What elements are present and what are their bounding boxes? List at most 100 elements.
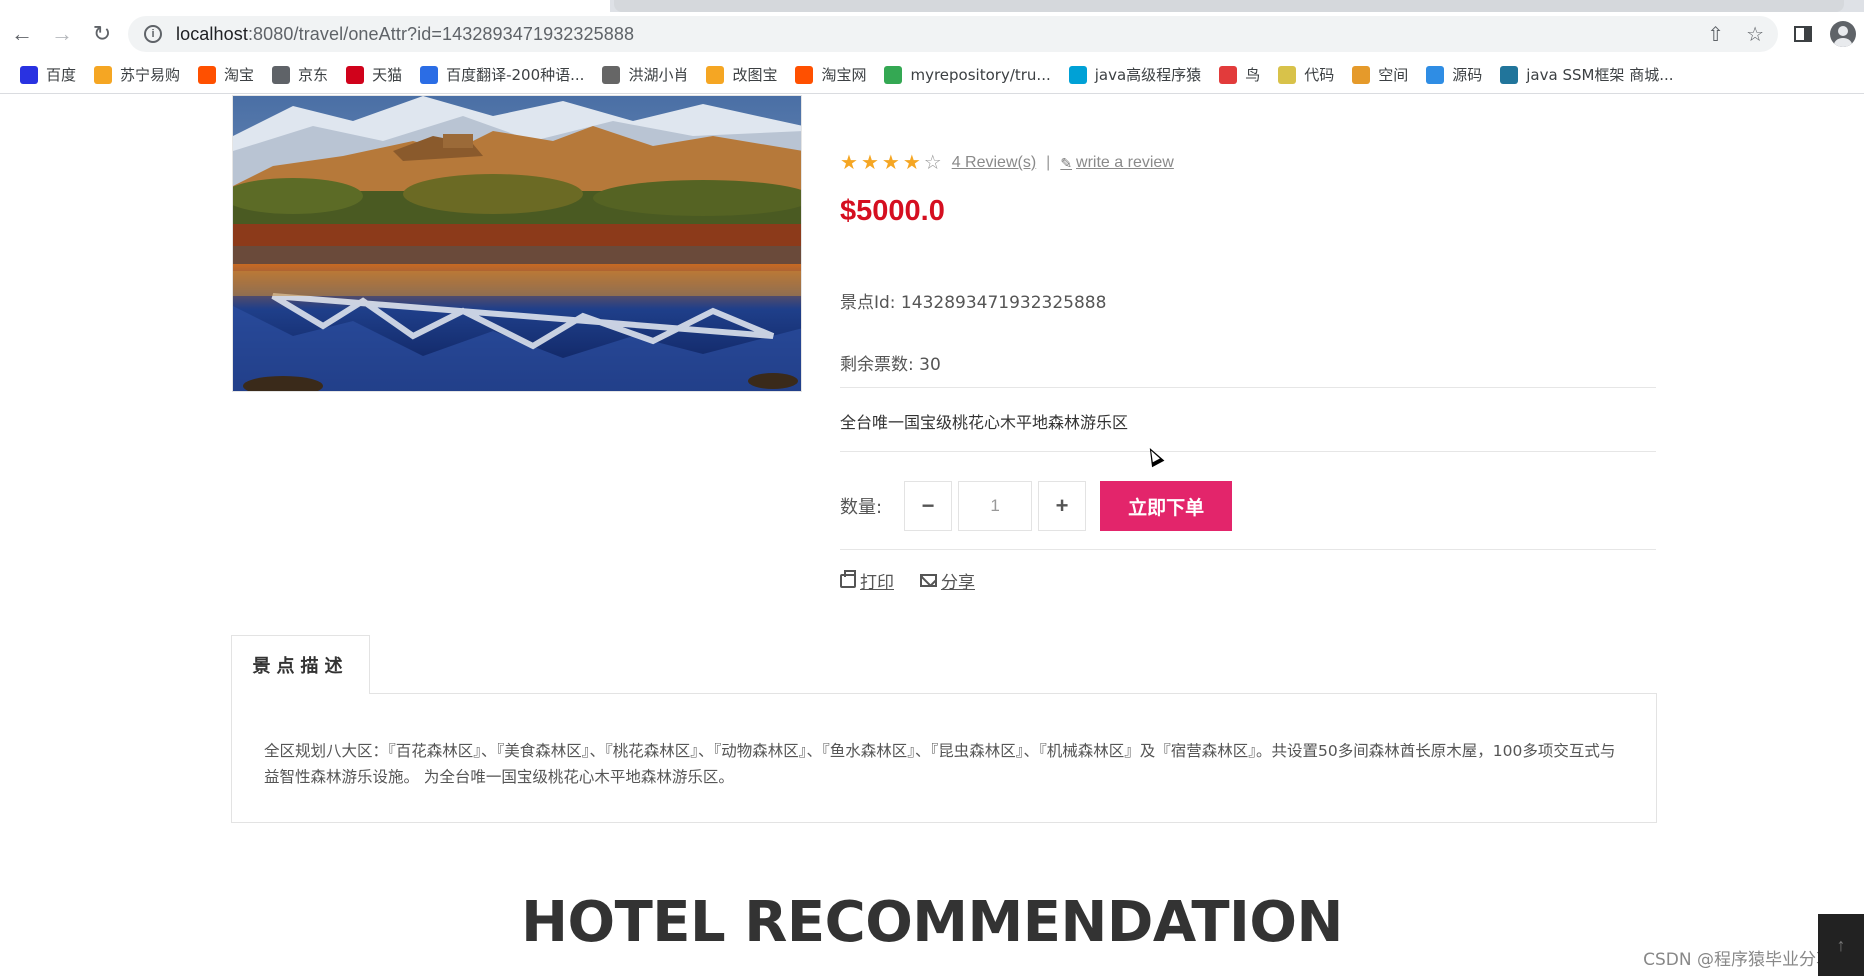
bookmark-star-icon[interactable]: ☆ <box>1746 22 1764 47</box>
tab-bar-background <box>614 0 1844 12</box>
quantity-input[interactable]: 1 <box>958 481 1033 531</box>
tab-strip <box>0 0 1864 12</box>
bookmark-label: 淘宝网 <box>821 66 867 84</box>
bookmark-item[interactable]: 淘宝网 <box>787 61 874 89</box>
globe-icon <box>272 65 291 84</box>
page-content: ★ ★ ★ ★ ☆ 4 Review(s) | ✎ write a review $500… <box>0 95 1864 976</box>
share-page-icon[interactable]: ⇧ <box>1707 22 1724 47</box>
bookmark-item[interactable]: 洪湖小肖 <box>594 61 696 89</box>
bookmark-item[interactable]: myrepository/tru... <box>876 61 1058 89</box>
action-links: 打印 分享 <box>840 568 975 593</box>
star-filled-icon: ★ <box>840 152 858 174</box>
star-empty-icon: ☆ <box>923 152 942 174</box>
url-path: :8080/travel/oneAttr?id=1432893471932325… <box>247 23 635 44</box>
browser-toolbar: ← → ↻ i localhost:8080/travel/oneAttr?id… <box>0 12 1864 56</box>
bookmark-label: 天猫 <box>372 66 403 84</box>
bookmark-label: java高级程序猿 <box>1094 66 1202 84</box>
chrome-icon <box>884 65 903 84</box>
share-link[interactable]: 分享 <box>920 568 975 593</box>
bookmark-label: 鸟 <box>1245 66 1261 84</box>
rating-stars: ★ ★ ★ ★ ☆ <box>840 153 942 173</box>
bookmark-item[interactable]: 代码 <box>1270 61 1342 89</box>
star-filled-icon: ★ <box>902 152 921 174</box>
product-image <box>232 95 802 392</box>
bookmark-item[interactable]: 淘宝 <box>190 61 262 89</box>
bookmark-item[interactable]: 京东 <box>264 61 336 89</box>
product-price: $5000.0 <box>840 195 945 227</box>
bookmark-label: myrepository/tru... <box>910 65 1051 84</box>
star-filled-icon: ★ <box>881 152 900 174</box>
forward-icon[interactable]: → <box>42 14 82 54</box>
bookmark-label: 百度 <box>46 66 77 84</box>
write-review-label: write a review <box>1076 154 1174 171</box>
reload-icon[interactable]: ↻ <box>82 14 122 54</box>
bookmark-label: 空间 <box>1378 66 1409 84</box>
back-icon[interactable]: ← <box>2 14 42 54</box>
url-host: localhost <box>176 23 248 44</box>
side-panel-icon[interactable] <box>1794 26 1812 42</box>
bookmark-label: 淘宝 <box>224 66 255 84</box>
bookmark-label: 苏宁易购 <box>120 66 181 84</box>
bird-icon <box>1219 65 1238 84</box>
bookmark-item[interactable]: 源码 <box>1418 61 1490 89</box>
divider <box>840 549 1656 550</box>
description-panel: 全区规划八大区：『百花森林区』、『美食森林区』、『桃花森林区』、『动物森林区』、… <box>231 693 1657 823</box>
code-icon <box>1278 65 1297 84</box>
quantity-label: 数量: <box>840 497 883 518</box>
bookmark-item[interactable]: java SSM框架 商城... <box>1492 61 1681 89</box>
taobao-icon <box>198 65 217 84</box>
baidu-icon <box>20 65 38 84</box>
print-link[interactable]: 打印 <box>840 568 894 593</box>
bookmark-item[interactable]: 鸟 <box>1211 61 1268 89</box>
url-text[interactable]: localhost:8080/travel/oneAttr?id=1432893… <box>176 24 634 45</box>
bookmark-item[interactable]: 苏宁易购 <box>86 61 188 89</box>
translate-icon <box>420 65 439 84</box>
bookmark-label: 百度翻译-200种语... <box>446 66 585 84</box>
order-now-button[interactable]: 立即下单 <box>1100 481 1233 531</box>
quantity-plus-button[interactable]: + <box>1038 481 1087 531</box>
space-icon <box>1352 65 1371 84</box>
tmall-icon <box>346 65 365 84</box>
wordpress-icon <box>1500 65 1519 84</box>
divider <box>840 387 1656 388</box>
divider <box>840 451 1656 452</box>
bookmark-label: 代码 <box>1304 66 1335 84</box>
bookmark-item[interactable]: 改图宝 <box>698 61 785 89</box>
gaitubao-icon <box>706 65 725 84</box>
bookmark-item[interactable]: 百度翻译-200种语... <box>412 61 592 89</box>
profile-avatar-icon[interactable] <box>1830 21 1856 47</box>
star-filled-icon: ★ <box>860 152 879 174</box>
spot-id: 景点Id: 1432893471932325888 <box>840 293 1107 313</box>
rating-separator: | <box>1046 154 1051 171</box>
site-info-icon[interactable]: i <box>144 25 162 43</box>
write-review-link[interactable]: ✎ write a review <box>1060 154 1174 172</box>
reviews-link[interactable]: 4 Review(s) <box>952 154 1036 172</box>
tab-description[interactable]: 景点描述 <box>231 635 370 694</box>
active-tab[interactable] <box>0 0 610 12</box>
arrow-up-icon: ↑ <box>1836 934 1846 955</box>
bookmark-label: 洪湖小肖 <box>628 66 689 84</box>
bookmark-label: 京东 <box>298 66 329 84</box>
pencil-icon: ✎ <box>1060 154 1073 171</box>
print-label: 打印 <box>860 573 894 593</box>
bookmark-label: 源码 <box>1452 66 1483 84</box>
bookmark-item[interactable]: 空间 <box>1344 61 1416 89</box>
source-icon <box>1426 65 1445 84</box>
bookmark-label: 改图宝 <box>732 66 778 84</box>
back-to-top-button[interactable]: ↑ <box>1818 914 1864 976</box>
bookmark-label: java SSM框架 商城... <box>1526 66 1674 84</box>
tickets-left: 剩余票数: 30 <box>840 355 941 375</box>
printer-icon <box>840 569 856 588</box>
taobao-icon <box>795 65 814 84</box>
description-text: 全区规划八大区：『百花森林区』、『美食森林区』、『桃花森林区』、『动物森林区』、… <box>264 742 1616 786</box>
bookmark-item[interactable]: 百度 <box>12 61 84 89</box>
bookmark-item[interactable]: 天猫 <box>338 61 410 89</box>
quantity-minus-button[interactable]: − <box>904 481 953 531</box>
share-label: 分享 <box>941 573 975 593</box>
bookmark-item[interactable]: java高级程序猿 <box>1061 61 1209 89</box>
bilibili-icon <box>1068 65 1087 84</box>
quantity-row: 数量: − 1 + 立即下单 <box>840 480 1233 532</box>
address-bar[interactable]: i localhost:8080/travel/oneAttr?id=14328… <box>128 16 1778 52</box>
hotel-recommendation-heading: HOTEL RECOMMENDATION <box>521 890 1343 955</box>
rating-row: ★ ★ ★ ★ ☆ 4 Review(s) | ✎ write a review <box>840 153 1174 173</box>
